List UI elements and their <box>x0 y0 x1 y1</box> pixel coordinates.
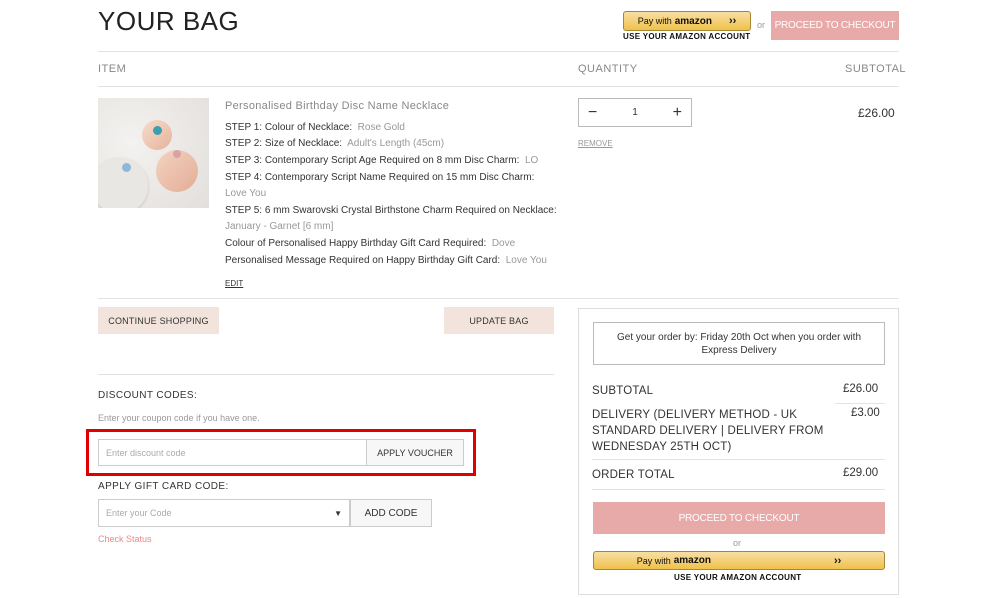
option-label: STEP 5: 6 mm Swarovski Crystal Birthston… <box>225 205 557 216</box>
column-header-quantity: QUANTITY <box>578 63 638 75</box>
option-label: STEP 2: Size of Necklace: <box>225 138 343 149</box>
option-label: STEP 4: Contemporary Script Name Require… <box>225 172 535 183</box>
product-option-line: STEP 5: 6 mm Swarovski Crystal Birthston… <box>225 203 557 219</box>
check-status-link[interactable]: Check Status <box>98 534 152 544</box>
minus-icon[interactable]: − <box>588 104 597 122</box>
delivery-date-notice: Get your order by: Friday 20th Oct when … <box>593 322 885 365</box>
option-value: Adult's Length (45cm) <box>347 138 445 149</box>
divider <box>98 51 899 52</box>
update-bag-button[interactable]: UPDATE BAG <box>444 307 554 334</box>
page-title: YOUR BAG <box>98 6 240 36</box>
summary-subtotal-value: £26.00 <box>843 383 879 395</box>
column-header-subtotal: SUBTOTAL <box>845 63 907 75</box>
amazon-pay-prefix: Pay with <box>637 16 672 26</box>
or-separator: or <box>733 538 742 548</box>
or-separator-top: or <box>757 20 766 30</box>
amazon-pay-button-top[interactable]: Pay with amazon ›› <box>623 11 751 31</box>
chevron-right-icon: ›› <box>728 15 737 27</box>
caret-down-icon: ▼ <box>334 508 342 518</box>
option-label: Personalised Message Required on Happy B… <box>225 255 501 266</box>
continue-shopping-button[interactable]: CONTINUE SHOPPING <box>98 307 219 334</box>
gift-card-heading: APPLY GIFT CARD CODE: <box>98 481 229 492</box>
product-option-line: STEP 4: Contemporary Script Name Require… <box>225 170 534 186</box>
option-label: STEP 1: Colour of Necklace: <box>225 122 353 133</box>
quantity-stepper: − 1 + <box>578 98 692 127</box>
proceed-to-checkout-button[interactable]: PROCEED TO CHECKOUT <box>593 502 885 534</box>
add-code-button[interactable]: ADD CODE <box>350 499 432 527</box>
amazon-account-caption-top: USE YOUR AMAZON ACCOUNT <box>623 32 751 41</box>
divider <box>98 86 899 87</box>
option-value: LO <box>524 155 539 166</box>
edit-item-link[interactable]: EDIT <box>225 279 243 288</box>
amazon-pay-prefix: Pay with <box>636 555 671 566</box>
summary-delivery-label: DELIVERY (DELIVERY METHOD - UK STANDARD … <box>592 409 824 453</box>
product-option-line: Colour of Personalised Happy Birthday Gi… <box>225 236 515 252</box>
gift-card-placeholder: Enter your Code <box>106 508 172 518</box>
product-option-line: January - Garnet [6 mm] <box>225 219 333 235</box>
divider <box>98 298 899 299</box>
apply-voucher-button[interactable]: APPLY VOUCHER <box>367 439 464 466</box>
discount-codes-heading: DISCOUNT CODES: <box>98 390 198 401</box>
summary-subtotal-label: SUBTOTAL <box>592 385 654 397</box>
option-value: January - Garnet [6 mm] <box>225 221 334 232</box>
product-option-line: Personalised Message Required on Happy B… <box>225 253 547 269</box>
quantity-value[interactable]: 1 <box>632 107 638 118</box>
remove-item-link[interactable]: REMOVE <box>578 139 613 148</box>
proceed-to-checkout-button-top[interactable]: PROCEED TO CHECKOUT <box>771 11 899 40</box>
discount-code-input[interactable]: Enter discount code <box>98 439 367 466</box>
divider <box>835 403 885 404</box>
order-total-label: ORDER TOTAL <box>592 469 675 481</box>
divider <box>592 489 885 490</box>
column-header-item: ITEM <box>98 63 127 75</box>
amazon-logo: amazon <box>673 555 711 566</box>
option-value: Rose Gold <box>357 122 405 133</box>
option-value: Dove <box>491 238 516 249</box>
amazon-pay-button[interactable]: Pay with amazon ›› <box>593 551 885 570</box>
amazon-logo: amazon <box>674 15 712 27</box>
product-image[interactable] <box>98 98 209 208</box>
product-option-line: Love You <box>225 186 266 202</box>
option-value: Love You <box>225 188 267 199</box>
amazon-account-caption: USE YOUR AMAZON ACCOUNT <box>674 573 802 582</box>
divider <box>592 459 885 460</box>
line-subtotal: £26.00 <box>858 106 895 120</box>
product-option-line: STEP 2: Size of Necklace: Adult's Length… <box>225 136 444 152</box>
option-label: STEP 3: Contemporary Script Age Required… <box>225 155 520 166</box>
divider <box>98 374 554 375</box>
product-option-line: STEP 3: Contemporary Script Age Required… <box>225 153 538 169</box>
chevron-right-icon: ›› <box>833 554 842 567</box>
option-label: Colour of Personalised Happy Birthday Gi… <box>225 238 487 249</box>
discount-codes-hint: Enter your coupon code if you have one. <box>98 413 260 423</box>
plus-icon[interactable]: + <box>673 104 682 122</box>
summary-delivery-value: £3.00 <box>851 407 880 419</box>
product-option-line: STEP 1: Colour of Necklace: Rose Gold <box>225 120 405 136</box>
option-value: Love You <box>505 255 547 266</box>
order-total-value: £29.00 <box>843 467 879 479</box>
product-name[interactable]: Personalised Birthday Disc Name Necklace <box>225 100 449 112</box>
gift-card-code-select[interactable]: Enter your Code ▼ <box>98 499 350 527</box>
